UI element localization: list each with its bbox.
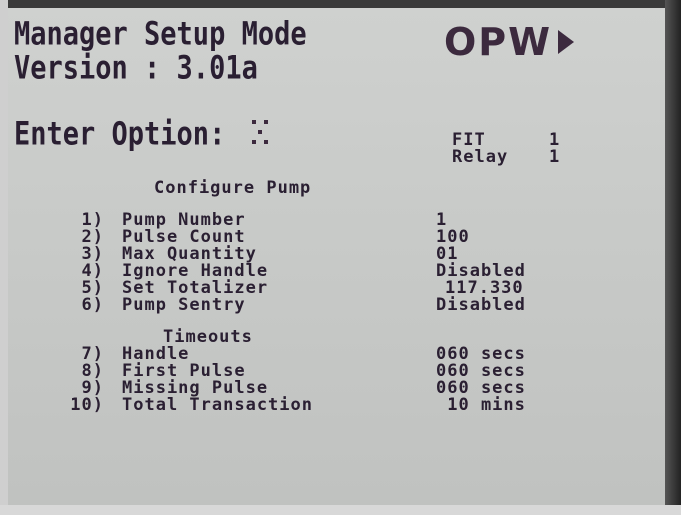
relay-label: Relay (452, 147, 509, 167)
version-text: Version : 3.01a (14, 50, 258, 87)
enter-option-label: Enter Option: (14, 116, 226, 153)
configure-heading: Configure Pump (154, 178, 312, 198)
logo-text: OPW (444, 20, 553, 64)
screen-title: Manager Setup Mode (14, 16, 307, 53)
opw-logo: OPW (444, 20, 575, 64)
device-bezel-right (665, 0, 681, 515)
input-cursor[interactable] (252, 120, 272, 154)
option-value: 10 mins (436, 395, 526, 415)
relay-value: 1 (549, 147, 561, 167)
arrow-icon (558, 30, 575, 54)
option-value: Disabled (436, 295, 526, 315)
option-number: 6) (81, 295, 104, 315)
option-number: 10) (70, 395, 104, 415)
lcd-screen: Manager Setup Mode Version : 3.01a OPW E… (8, 8, 665, 505)
device-bezel-bottom (0, 505, 681, 515)
option-label: Total Transaction (122, 395, 313, 415)
device-bezel-left (0, 0, 8, 515)
device-bezel-top (0, 0, 681, 8)
option-label: Pump Sentry (122, 295, 246, 315)
